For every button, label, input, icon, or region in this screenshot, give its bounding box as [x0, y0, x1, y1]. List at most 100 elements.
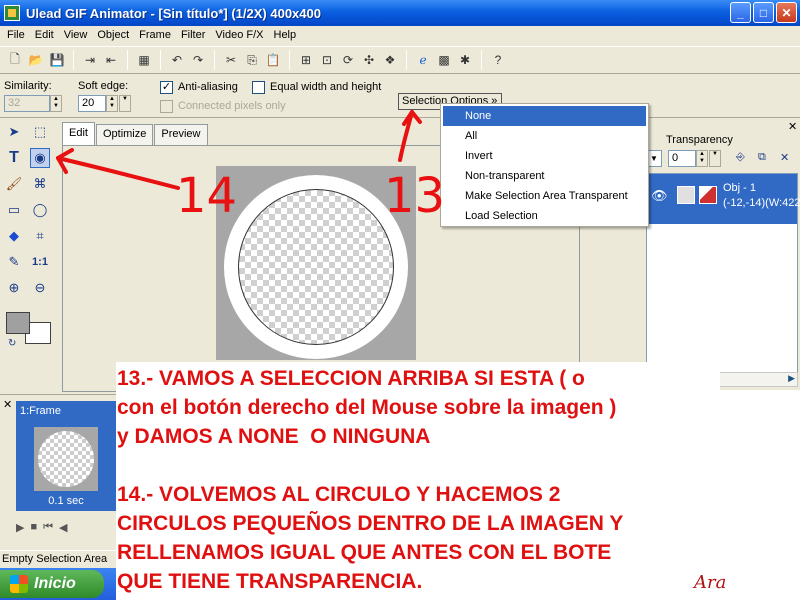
swap-colors-icon[interactable]: ↻: [8, 338, 16, 349]
menu-item-make-transparent[interactable]: Make Selection Area Transparent: [443, 186, 646, 206]
toolbar-divider: [481, 50, 482, 70]
open-icon[interactable]: 📂: [27, 51, 45, 69]
transparency-dropdown[interactable]: ▼: [709, 150, 721, 167]
menu-item-none[interactable]: None: [443, 106, 646, 126]
toolbar-divider: [214, 50, 215, 70]
eraser-tool-icon[interactable]: ▭: [4, 200, 24, 220]
menu-object[interactable]: Object: [92, 29, 134, 41]
frame-panel-close-icon[interactable]: ✕: [3, 398, 12, 411]
tab-optimize[interactable]: Optimize: [95, 124, 154, 145]
zoom-out-tool-icon[interactable]: ⊖: [30, 278, 50, 298]
frame-thumbnail-card[interactable]: 1:Frame 0.1 sec: [16, 401, 116, 511]
ellipse-select-tool-icon[interactable]: ◯: [30, 200, 50, 220]
menu-item-invert[interactable]: Invert: [443, 146, 646, 166]
new-icon[interactable]: 🗋: [6, 51, 24, 69]
soft-edge-label: Soft edge:: [78, 80, 129, 92]
previous-frame-icon[interactable]: ◀: [59, 521, 67, 534]
object-coords: (-12,-14)(W:422: [723, 197, 800, 209]
brush-tool-icon[interactable]: 🖌: [4, 174, 24, 194]
browser-preview-icon[interactable]: ℯ: [414, 51, 432, 69]
duplicate-object-icon[interactable]: ⧉: [758, 151, 766, 164]
minimize-button[interactable]: _: [730, 2, 751, 23]
tutorial-step-13: 13.- VAMOS A SELECCION ARRIBA SI ESTA ( …: [117, 367, 617, 448]
crop-tool-icon[interactable]: ⌗: [30, 226, 50, 246]
menu-frame[interactable]: Frame: [134, 29, 176, 41]
start-label: Inicio: [34, 575, 76, 592]
maximize-button[interactable]: □: [753, 2, 774, 23]
pointer-tool-icon[interactable]: ➤: [4, 122, 24, 142]
help-cursor-icon[interactable]: ?: [489, 51, 507, 69]
import-icon[interactable]: ⇥: [81, 51, 99, 69]
optimize-icon[interactable]: ▩: [435, 51, 453, 69]
wizard-icon[interactable]: ✱: [456, 51, 474, 69]
paint-bucket-tool-icon[interactable]: ◆: [4, 226, 24, 246]
menu-video-fx[interactable]: Video F/X: [210, 29, 268, 41]
start-button[interactable]: Inicio: [0, 570, 104, 598]
soft-edge-spinner[interactable]: ▲ ▼: [106, 95, 118, 112]
flip-icon[interactable]: ✣: [360, 51, 378, 69]
connected-pixels-label: Connected pixels only: [178, 100, 286, 112]
text-tool-icon[interactable]: T: [4, 148, 24, 168]
title-bar: Ulead GIF Animator - [Sin título*] (1/2X…: [0, 0, 800, 26]
undo-icon[interactable]: ↶: [168, 51, 186, 69]
similarity-input[interactable]: 32: [4, 95, 50, 112]
menu-view[interactable]: View: [59, 29, 93, 41]
soft-edge-input[interactable]: 20: [78, 95, 106, 112]
windows-logo-icon: [10, 575, 28, 593]
save-icon[interactable]: 💾: [48, 51, 66, 69]
anti-aliasing-checkbox[interactable]: ✓: [160, 81, 173, 94]
resize-icon[interactable]: ⊡: [318, 51, 336, 69]
play-icon[interactable]: ▶: [16, 521, 24, 534]
object-thumbnail: [699, 186, 717, 204]
toolbar-divider: [406, 50, 407, 70]
redo-icon[interactable]: ↷: [189, 51, 207, 69]
menu-edit[interactable]: Edit: [30, 29, 59, 41]
copy-icon[interactable]: ⎘: [243, 51, 261, 69]
actual-size-tool-icon[interactable]: 1:1: [30, 252, 50, 272]
paste-icon[interactable]: 📋: [264, 51, 282, 69]
menu-item-non-transparent[interactable]: Non-transparent: [443, 166, 646, 186]
tab-edit[interactable]: Edit: [62, 122, 95, 145]
menu-filter[interactable]: Filter: [176, 29, 210, 41]
zoom-in-tool-icon[interactable]: ⊕: [4, 278, 24, 298]
magic-wand-tool-icon[interactable]: ◉: [30, 148, 50, 168]
cut-icon[interactable]: ✂: [222, 51, 240, 69]
menu-item-all[interactable]: All: [443, 126, 646, 146]
tools-palette: ➤ ⬚ T ◉ 🖌 ⌘ ▭ ◯ ◆ ⌗ ✎ 1:1 ⊕ ⊖: [0, 120, 58, 392]
menu-item-load-selection[interactable]: Load Selection: [443, 206, 646, 226]
object-panel-close-icon[interactable]: ✕: [788, 120, 797, 133]
rotate-icon[interactable]: ⟳: [339, 51, 357, 69]
foreground-color-swatch[interactable]: [6, 312, 30, 334]
selection-options-menu: None All Invert Non-transparent Make Sel…: [440, 103, 649, 227]
delete-object-icon[interactable]: ✕: [780, 151, 789, 164]
playback-controls: ▶ ■ ⏮ ◀: [16, 521, 68, 534]
menu-file[interactable]: File: [2, 29, 30, 41]
object-row[interactable]: 👁 Obj - 1 (-12,-14)(W:422: [647, 174, 800, 224]
transparency-spinner[interactable]: ▲ ▼: [696, 150, 708, 167]
equal-wh-label: Equal width and height: [270, 81, 382, 93]
palette-icon[interactable]: ▦: [135, 51, 153, 69]
equal-wh-checkbox[interactable]: [252, 81, 265, 94]
export-icon[interactable]: ⇤: [102, 51, 120, 69]
image-canvas[interactable]: [216, 166, 416, 360]
marquee-tool-icon[interactable]: ⬚: [30, 122, 50, 142]
tab-preview[interactable]: Preview: [154, 124, 208, 145]
new-object-icon[interactable]: ⎆: [736, 151, 745, 164]
window-title: Ulead GIF Animator - [Sin título*] (1/2X…: [26, 5, 321, 21]
first-frame-icon[interactable]: ⏮: [43, 521, 53, 534]
lasso-tool-icon[interactable]: ⌘: [30, 174, 50, 194]
soft-edge-dropdown[interactable]: ▼: [119, 95, 131, 112]
similarity-spinner[interactable]: ▲ ▼: [50, 95, 62, 112]
connected-pixels-checkbox[interactable]: [160, 100, 173, 113]
stop-icon[interactable]: ■: [30, 521, 37, 534]
transparent-circle: [238, 189, 394, 345]
crop-icon[interactable]: ⊞: [297, 51, 315, 69]
frame-delay[interactable]: 0.1 sec: [16, 495, 116, 507]
visibility-eye-icon[interactable]: 👁: [651, 188, 668, 204]
close-button[interactable]: ✕: [776, 2, 797, 23]
scroll-right-icon[interactable]: ▶: [788, 373, 795, 384]
transparency-input[interactable]: 0: [668, 150, 696, 167]
eyedropper-tool-icon[interactable]: ✎: [4, 252, 24, 272]
transform-icon[interactable]: ❖: [381, 51, 399, 69]
menu-help[interactable]: Help: [269, 29, 302, 41]
